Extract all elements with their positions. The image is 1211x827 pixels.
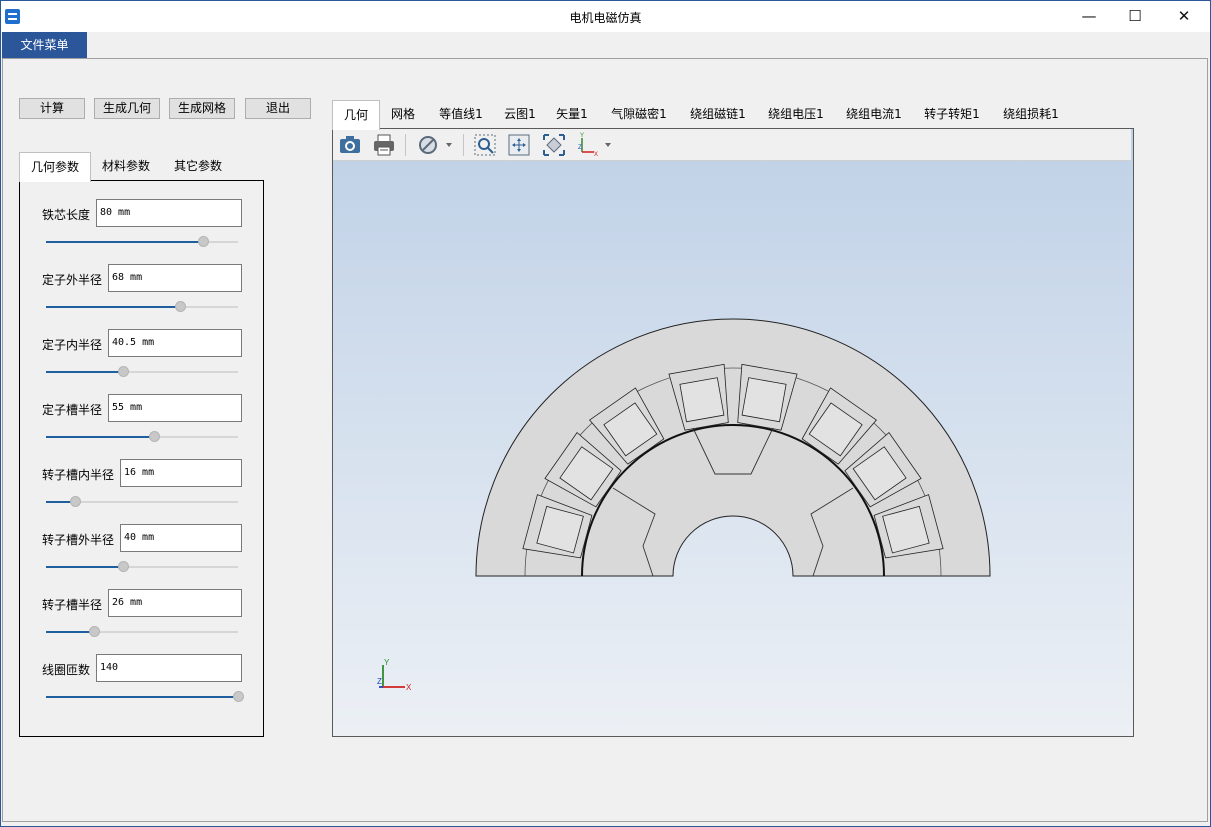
param-label: 定子内半径 xyxy=(42,338,103,352)
param-slider[interactable] xyxy=(46,626,238,637)
param-label: 线圈匝数 xyxy=(42,663,91,677)
param-slider[interactable] xyxy=(46,691,244,702)
menu-bar: 文件菜单 xyxy=(1,32,1210,58)
title-bar[interactable]: 电机电磁仿真 — ☐ ✕ xyxy=(1,1,1210,32)
axis-x-label: X xyxy=(406,683,412,691)
window-title: 电机电磁仿真 xyxy=(569,11,642,25)
param-label: 转子槽半径 xyxy=(42,598,103,612)
view-tab[interactable]: 绕组电流1 xyxy=(836,100,912,128)
param-label: 定子槽半径 xyxy=(42,403,103,417)
view-tab[interactable]: 绕组损耗1 xyxy=(992,100,1070,128)
generate-geometry-button[interactable]: 生成几何 xyxy=(94,98,160,119)
calculate-button[interactable]: 计算 xyxy=(19,98,85,119)
view-tab[interactable]: 几何 xyxy=(332,100,380,130)
slider-thumb[interactable] xyxy=(69,496,81,507)
view-tab[interactable]: 气隙磁密1 xyxy=(600,100,678,128)
param-label: 转子槽外半径 xyxy=(42,533,115,547)
param-input[interactable]: 55 mm xyxy=(108,394,242,422)
axis-y-label: Y xyxy=(384,658,390,667)
slider-fill xyxy=(46,306,181,308)
slider-thumb[interactable] xyxy=(233,691,244,702)
param-input[interactable]: 16 mm xyxy=(120,459,242,487)
coil xyxy=(741,377,787,423)
param-input[interactable]: 140 xyxy=(96,654,242,682)
param-label: 铁芯长度 xyxy=(42,208,91,222)
view-tab[interactable]: 矢量1 xyxy=(546,100,598,128)
param-slider[interactable] xyxy=(46,561,238,572)
param-input[interactable]: 26 mm xyxy=(108,589,242,617)
motor-geometry xyxy=(475,318,991,577)
view-tab[interactable]: 绕组电压1 xyxy=(758,100,834,128)
tab-geometry-params[interactable]: 几何参数 xyxy=(19,152,91,182)
file-menu[interactable]: 文件菜单 xyxy=(2,32,87,58)
param-slider[interactable] xyxy=(46,236,238,247)
param-label: 转子槽内半径 xyxy=(42,468,115,482)
param-input[interactable]: 40.5 mm xyxy=(108,329,242,357)
close-button[interactable]: ✕ xyxy=(1161,1,1207,32)
view-tab[interactable]: 云图1 xyxy=(496,100,544,128)
view-tab[interactable]: 转子转矩1 xyxy=(914,100,990,128)
slider-thumb[interactable] xyxy=(148,431,160,442)
exit-button[interactable]: 退出 xyxy=(245,98,311,119)
slider-fill xyxy=(46,631,94,633)
slider-thumb[interactable] xyxy=(89,626,100,637)
param-slider[interactable] xyxy=(46,366,238,377)
param-slider[interactable] xyxy=(46,431,238,442)
param-slider[interactable] xyxy=(46,301,238,312)
tab-material-params[interactable]: 材料参数 xyxy=(91,152,161,180)
slider-fill xyxy=(46,436,154,438)
coil xyxy=(679,377,725,423)
slider-fill xyxy=(46,241,204,243)
param-slider[interactable] xyxy=(46,496,238,507)
view-tab[interactable]: 等值线1 xyxy=(428,100,494,128)
axis-z-label: Z xyxy=(377,677,382,686)
slider-thumb[interactable] xyxy=(117,366,129,377)
slider-fill xyxy=(46,566,123,568)
minimize-button[interactable]: — xyxy=(1066,1,1112,32)
3d-viewer[interactable]: Y X Z Y X Z xyxy=(332,128,1134,737)
slider-fill xyxy=(46,696,238,698)
view-tab[interactable]: 绕组磁链1 xyxy=(680,100,756,128)
tab-other-params[interactable]: 其它参数 xyxy=(163,152,233,180)
param-input[interactable]: 68 mm xyxy=(108,264,242,292)
param-input[interactable]: 40 mm xyxy=(120,524,242,552)
param-input[interactable]: 80 mm xyxy=(96,199,242,227)
param-label: 定子外半径 xyxy=(42,273,103,287)
view-tab[interactable]: 网格 xyxy=(380,100,426,128)
slider-thumb[interactable] xyxy=(117,561,129,572)
generate-mesh-button[interactable]: 生成网格 xyxy=(169,98,235,119)
axis-triad-icon: Y X Z xyxy=(377,658,412,691)
maximize-button[interactable]: ☐ xyxy=(1112,1,1158,32)
slider-fill xyxy=(46,371,123,373)
